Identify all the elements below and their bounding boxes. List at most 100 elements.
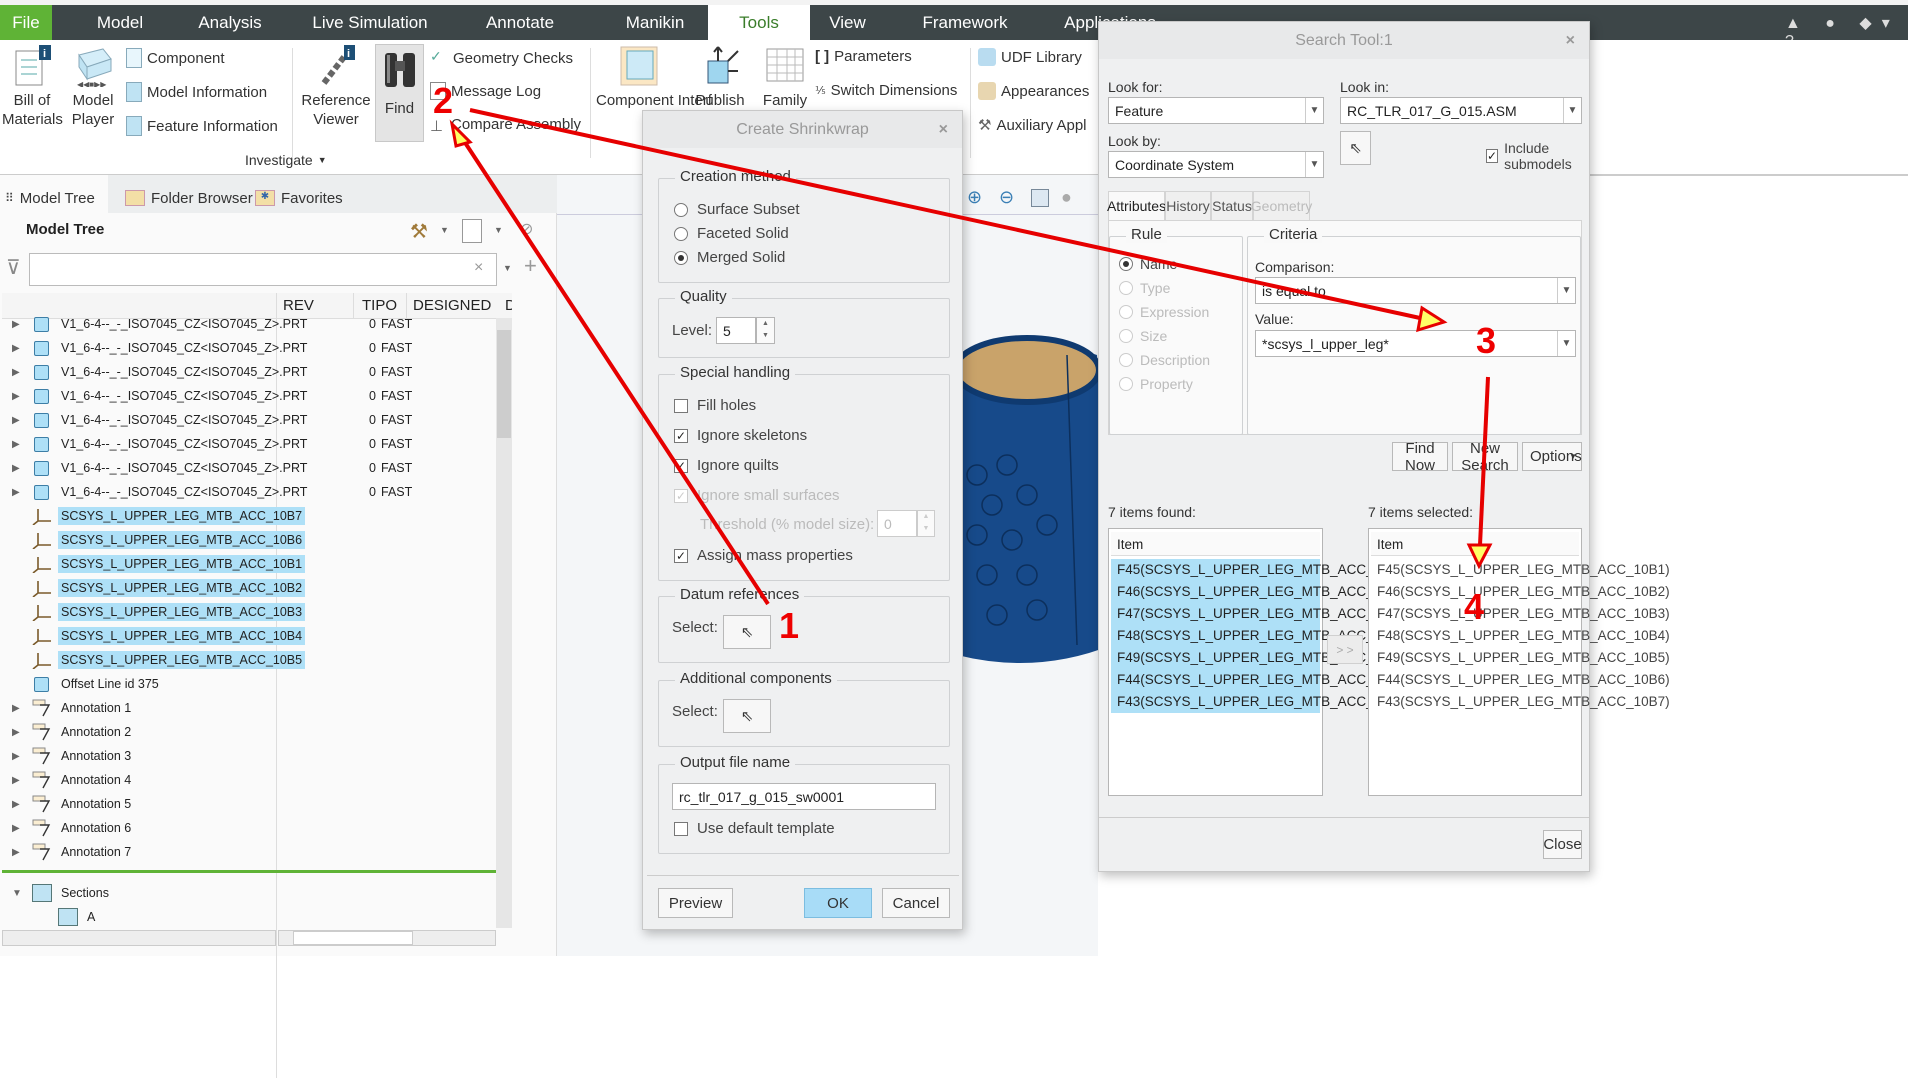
checkbox[interactable]: ✓ (674, 428, 688, 443)
tree-row[interactable]: ▶ Annotation 3 (2, 744, 498, 768)
parameters-button[interactable]: [ ] Parameters (815, 48, 912, 65)
tree-row[interactable]: ▶ Annotation 6 (2, 816, 498, 840)
list-item[interactable]: F49(SCSYS_L_UPPER_LEG_MTB_ACC_10B5) (1371, 647, 1670, 669)
scrollbar-thumb[interactable] (293, 931, 413, 945)
column-d[interactable]: D (505, 297, 512, 314)
publish-button[interactable]: Publish (694, 45, 746, 110)
tree-row[interactable]: ▶ V1_6-4--_-_ISO7045_CZ<ISO7045_Z>.PRT 0 FA… (2, 360, 498, 384)
tree-row[interactable]: ▶ Annotation 5 (2, 792, 498, 816)
tab-folder-browser[interactable]: Folder Browser (125, 183, 253, 213)
look-in-dropdown[interactable]: RC_TLR_017_G_015.ASM ▼ (1340, 97, 1582, 124)
checkbox[interactable] (674, 821, 688, 836)
refit-icon[interactable] (1031, 189, 1049, 207)
cancel-button[interactable]: Cancel (882, 888, 950, 918)
tree-row[interactable]: Offset Line id 375 (2, 672, 498, 696)
expand-icon[interactable]: ▶ (12, 415, 26, 426)
find-now-button[interactable]: Find Now (1392, 440, 1448, 474)
component-interface-button[interactable]: Component Interf (596, 45, 712, 110)
tree-row[interactable]: ▶ Annotation 4 (2, 768, 498, 792)
found-items-list[interactable]: Item F45(SCSYS_L_UPPER_LEG_MTB_ACC_10B1)… (1108, 528, 1410, 796)
chevron-down-icon[interactable]: ▼ (494, 225, 503, 235)
list-item[interactable]: F45(SCSYS_L_UPPER_LEG_MTB_ACC_10B1) (1111, 559, 1410, 581)
find-button[interactable]: Find (375, 44, 424, 142)
tree-row[interactable]: ▶ Annotation 7 (2, 840, 498, 864)
tree-row-section-a[interactable]: A (28, 905, 524, 929)
tab-status[interactable]: Status (1211, 191, 1253, 220)
datum-references-select-button[interactable]: ⇖ (723, 615, 771, 649)
tree-settings-icon[interactable]: ⚒ (410, 219, 428, 244)
model-information-button[interactable]: Model Information (126, 82, 267, 102)
options-button[interactable]: Options ▼ (1522, 442, 1582, 471)
show-columns-icon[interactable] (462, 219, 482, 243)
tree-row[interactable]: SCSYS_L_UPPER_LEG_MTB_ACC_10B2 (2, 576, 498, 600)
tree-row[interactable]: SCSYS_L_UPPER_LEG_MTB_ACC_10B6 (2, 528, 498, 552)
fill-holes-checkbox[interactable]: Fill holes (674, 397, 756, 414)
checkbox[interactable]: ✓ (674, 458, 688, 473)
level-spinner[interactable]: ▲ ▼ (756, 317, 775, 344)
expand-icon[interactable]: ▶ (12, 799, 26, 810)
close-button[interactable]: Close (1543, 830, 1582, 859)
output-file-name-input[interactable]: rc_tlr_017_g_015_sw0001 (672, 783, 936, 810)
checkbox[interactable] (674, 398, 688, 413)
include-submodels-checkbox[interactable]: ✓ Include submodels (1486, 140, 1589, 172)
scrollbar-thumb[interactable] (497, 330, 511, 438)
tab-analysis[interactable]: Analysis (185, 5, 275, 40)
tree-row[interactable]: ▶ V1_6-4--_-_ISO7045_CZ<ISO7045_Z>.PRT 0 FA… (2, 432, 498, 456)
tree-row[interactable]: ▶ V1_6-4--_-_ISO7045_CZ<ISO7045_Z>.PRT 0 FA… (2, 456, 498, 480)
bill-of-materials-button[interactable]: i Bill of Materials (2, 45, 63, 129)
list-item[interactable]: F44(SCSYS_L_UPPER_LEG_MTB_ACC_10B6) (1111, 669, 1410, 691)
zoom-in-icon[interactable]: ⊕ (967, 187, 982, 208)
expand-icon[interactable]: ▶ (12, 703, 26, 714)
list-item[interactable]: F48(SCSYS_L_UPPER_LEG_MTB_ACC_10B4) (1111, 625, 1410, 647)
tab-favorites[interactable]: ✱ Favorites (255, 183, 343, 213)
auxiliary-applications-button[interactable]: ⚒ Auxiliary Appl (978, 116, 1087, 135)
list-item[interactable]: F45(SCSYS_L_UPPER_LEG_MTB_ACC_10B1) (1371, 559, 1670, 581)
look-for-dropdown[interactable]: Feature ▼ (1108, 97, 1324, 124)
tab-tools[interactable]: Tools (708, 5, 810, 40)
selected-items-list[interactable]: Item F45(SCSYS_L_UPPER_LEG_MTB_ACC_10B1)… (1368, 528, 1670, 796)
use-default-template-checkbox[interactable]: Use default template (674, 820, 835, 837)
expand-icon[interactable]: ▶ (12, 727, 26, 738)
reference-viewer-button[interactable]: i Reference Viewer (298, 45, 374, 129)
tab-live-simulation[interactable]: Live Simulation (300, 5, 440, 40)
tree-row[interactable]: ▶ V1_6-4--_-_ISO7045_CZ<ISO7045_Z>.PRT 0 FA… (2, 312, 498, 336)
display-style-icon[interactable]: ● (1061, 187, 1072, 208)
additional-components-select-button[interactable]: ⇖ (723, 699, 771, 733)
expand-icon[interactable]: ▶ (12, 487, 26, 498)
ignore-skeletons-checkbox[interactable]: ✓ Ignore skeletons (674, 427, 807, 444)
expand-icon[interactable]: ▶ (12, 847, 26, 858)
tree-row[interactable]: ▶ V1_6-4--_-_ISO7045_CZ<ISO7045_Z>.PRT 0 FA… (2, 384, 498, 408)
assign-mass-checkbox[interactable]: ✓ Assign mass properties (674, 547, 853, 564)
list-item[interactable]: F46(SCSYS_L_UPPER_LEG_MTB_ACC_10B2) (1111, 581, 1410, 603)
list-item[interactable]: F49(SCSYS_L_UPPER_LEG_MTB_ACC_10B5) (1111, 647, 1410, 669)
chevron-down-icon[interactable]: ▼ (440, 225, 449, 235)
tab-framework[interactable]: Framework (905, 5, 1025, 40)
ignore-quilts-checkbox[interactable]: ✓ Ignore quilts (674, 457, 779, 474)
radio-button[interactable] (1119, 257, 1133, 271)
radio-button[interactable] (674, 226, 688, 241)
tab-history[interactable]: History (1165, 191, 1211, 220)
list-item[interactable]: F47(SCSYS_L_UPPER_LEG_MTB_ACC_10B3) (1111, 603, 1410, 625)
tab-annotate[interactable]: Annotate (470, 5, 570, 40)
tab-model-tree[interactable]: ⠿ Model Tree (5, 183, 95, 213)
tree-row[interactable]: ▶ Annotation 1 (2, 696, 498, 720)
tree-filter-input[interactable] (29, 253, 497, 286)
quality-level-input[interactable]: 5 (716, 317, 756, 344)
ok-button[interactable]: OK (804, 888, 872, 918)
dialog-title-bar[interactable]: Search Tool:1 × (1099, 22, 1589, 59)
tree-row[interactable]: SCSYS_L_UPPER_LEG_MTB_ACC_10B1 (2, 552, 498, 576)
zoom-out-icon[interactable]: ⊖ (999, 187, 1014, 208)
expand-icon[interactable]: ▶ (12, 319, 26, 330)
tree-row[interactable]: SCSYS_L_UPPER_LEG_MTB_ACC_10B3 (2, 600, 498, 624)
close-icon[interactable]: × (939, 111, 948, 148)
tree-row[interactable]: ▶ V1_6-4--_-_ISO7045_CZ<ISO7045_Z>.PRT 0 FA… (2, 408, 498, 432)
expand-icon[interactable]: ▶ (12, 391, 26, 402)
udf-library-button[interactable]: UDF Library (978, 48, 1082, 66)
rule-radio-name[interactable]: Name (1119, 256, 1177, 272)
add-filter-icon[interactable]: + (524, 253, 537, 279)
tree-row[interactable]: ▶ V1_6-4--_-_ISO7045_CZ<ISO7045_Z>.PRT 0 FA… (2, 336, 498, 360)
look-in-select-button[interactable]: ⇖ (1340, 131, 1371, 165)
list-item[interactable]: F43(SCSYS_L_UPPER_LEG_MTB_ACC_10B7) (1111, 691, 1410, 713)
tree-row[interactable]: ▶ Annotation 2 (2, 720, 498, 744)
model-3d-shape[interactable] (937, 325, 1117, 685)
